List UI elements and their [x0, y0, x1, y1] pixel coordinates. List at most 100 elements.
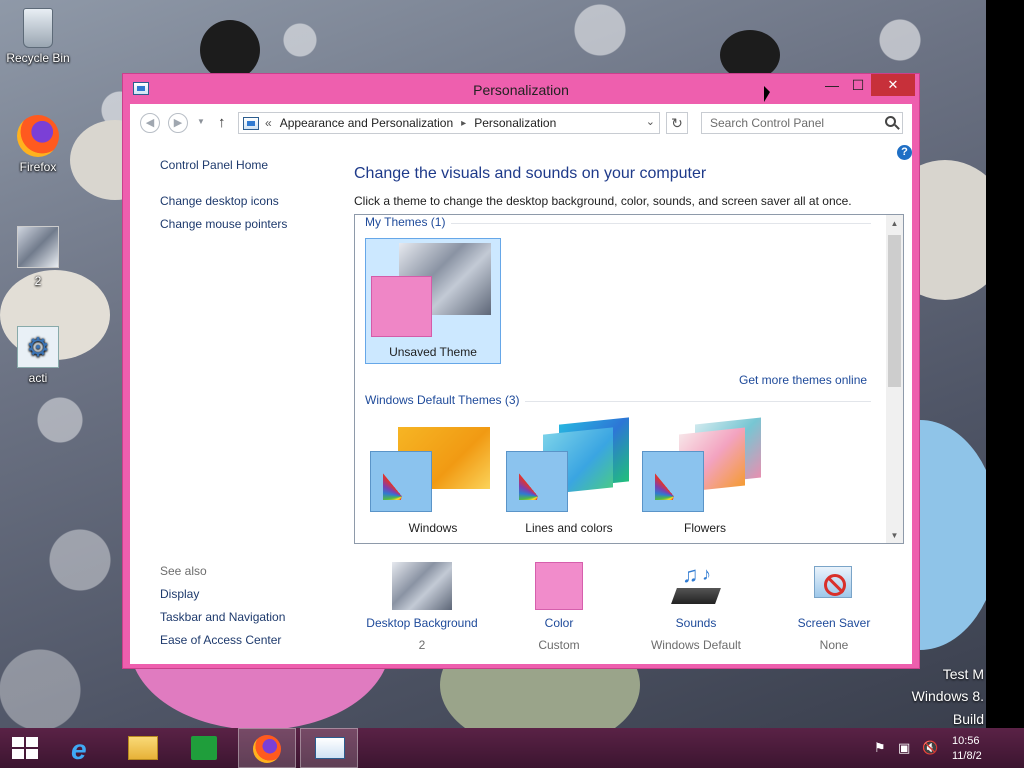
theme-name: Flowers [683, 521, 726, 535]
theme-color-palette-icon [370, 451, 432, 512]
address-bar[interactable]: « Appearance and Personalization ▸ Perso… [238, 112, 660, 134]
watermark-line: Test M [942, 666, 984, 682]
screen-saver-icon [810, 562, 858, 610]
help-icon[interactable]: ? [897, 145, 912, 160]
theme-tile-flowers[interactable]: Flowers [637, 413, 773, 539]
breadcrumb-separator[interactable]: ▸ [461, 118, 466, 129]
link-change-desktop-icons[interactable]: Change desktop icons [160, 194, 279, 208]
wallpaper-black-ear-left [200, 20, 260, 80]
recent-locations-dropdown[interactable]: ▼ [197, 117, 205, 126]
network-icon[interactable]: ▣ [898, 740, 910, 768]
search-icon[interactable] [885, 116, 896, 127]
setting-label[interactable]: Screen Saver [769, 616, 899, 630]
page-title: Change the visuals and sounds on your co… [354, 165, 707, 182]
volume-muted-icon[interactable]: 🔇 [922, 740, 938, 768]
group-divider [451, 223, 871, 224]
clock-time: 10:56 [952, 735, 980, 747]
desktop-icon-acti[interactable]: ⚙ acti [3, 326, 73, 385]
personalization-window: Personalization — ☐ ✕ ◀ ▶ ▼ ↑ « Appearan… [122, 73, 920, 669]
link-get-more-themes[interactable]: Get more themes online [739, 373, 867, 387]
firefox-icon [253, 735, 281, 763]
recycle-bin-icon [23, 8, 53, 48]
taskbar-store[interactable] [175, 728, 233, 768]
windows-logo-icon [12, 737, 38, 759]
watermark-line: Windows 8. [911, 688, 984, 704]
theme-list-scrollbar[interactable]: ▲ ▼ [886, 215, 903, 543]
refresh-button[interactable]: ↻ [666, 112, 688, 134]
breadcrumb-overflow[interactable]: « [265, 116, 272, 130]
desktop-icon-firefox[interactable]: Firefox [3, 115, 73, 174]
search-placeholder: Search Control Panel [710, 116, 825, 130]
taskbar-clock[interactable]: 10:56 11/8/2 [952, 734, 982, 764]
taskbar: e ⚑ ▣ 🔇 10:56 11/8/2 [0, 728, 1024, 768]
setting-value: None [819, 638, 849, 652]
clock-date: 11/8/2 [952, 750, 982, 762]
action-center-flag-icon[interactable]: ⚑ [874, 740, 886, 768]
link-change-mouse-pointers[interactable]: Change mouse pointers [160, 217, 287, 231]
setting-label[interactable]: Sounds [631, 616, 761, 630]
theme-tile-unsaved[interactable]: Unsaved Theme [365, 238, 501, 364]
chevron-down-icon[interactable]: ⌄ [646, 115, 655, 128]
setting-label[interactable]: Desktop Background [357, 616, 487, 630]
desktop-background-setting[interactable]: Desktop Background 2 [357, 562, 487, 652]
firefox-icon [17, 115, 59, 157]
setting-label[interactable]: Color [494, 616, 624, 630]
group-divider [525, 401, 871, 402]
desktop-icon-label: Firefox [19, 160, 57, 174]
taskbar-file-explorer[interactable] [114, 728, 172, 768]
scroll-down-icon[interactable]: ▼ [886, 531, 903, 540]
link-taskbar-navigation[interactable]: Taskbar and Navigation [160, 610, 285, 624]
folder-icon [128, 736, 158, 760]
settings-shortcut-icon: ⚙ [17, 326, 59, 368]
start-button[interactable] [0, 728, 58, 768]
taskbar-firefox[interactable] [238, 728, 296, 768]
internet-explorer-icon: e [71, 734, 87, 765]
close-button[interactable]: ✕ [871, 74, 915, 96]
taskbar-internet-explorer[interactable]: e [55, 728, 113, 768]
scroll-thumb[interactable] [888, 235, 901, 387]
group-title-default-themes: Windows Default Themes (3) [365, 393, 520, 407]
breadcrumb-personalization[interactable]: Personalization [474, 116, 556, 130]
forward-button[interactable]: ▶ [168, 113, 188, 133]
page-description: Click a theme to change the desktop back… [354, 194, 852, 208]
theme-color-palette-icon [506, 451, 568, 512]
desktop-background-icon [392, 562, 452, 610]
theme-list[interactable]: My Themes (1) Unsaved Theme Get more the… [354, 214, 904, 544]
search-input[interactable]: Search Control Panel [701, 112, 903, 134]
screen-saver-setting[interactable]: Screen Saver None [769, 562, 899, 652]
maximize-button[interactable]: ☐ [845, 74, 871, 96]
title-bar[interactable]: Personalization — ☐ ✕ [123, 74, 919, 104]
up-button[interactable]: ↑ [218, 114, 226, 131]
group-title-my-themes: My Themes (1) [365, 215, 446, 229]
window-title: Personalization [473, 82, 569, 98]
desktop-icon-image-2[interactable]: 2 [3, 226, 73, 288]
theme-name: Windows [408, 521, 458, 535]
desktop-icon-label: Recycle Bin [6, 51, 70, 65]
color-swatch-icon [535, 562, 583, 610]
image-thumbnail-icon [17, 226, 59, 268]
scroll-up-icon[interactable]: ▲ [886, 219, 903, 228]
theme-tile-windows[interactable]: Windows [365, 413, 501, 539]
sounds-setting[interactable]: ♫ ♪ Sounds Windows Default [631, 562, 761, 652]
desktop-icon-recycle-bin[interactable]: Recycle Bin [3, 8, 73, 65]
theme-tile-lines-and-colors[interactable]: Lines and colors [501, 413, 637, 539]
control-panel-icon [243, 116, 259, 130]
control-panel-icon [315, 737, 345, 759]
link-control-panel-home[interactable]: Control Panel Home [160, 158, 268, 172]
theme-color-swatch [371, 276, 432, 337]
theme-color-palette-icon [642, 451, 704, 512]
breadcrumb-appearance[interactable]: Appearance and Personalization [280, 116, 453, 130]
back-button[interactable]: ◀ [140, 113, 160, 133]
mouse-cursor-icon [764, 86, 770, 102]
desktop-icon-label: acti [28, 371, 48, 385]
window-client-area: ◀ ▶ ▼ ↑ « Appearance and Personalization… [130, 104, 912, 664]
link-display[interactable]: Display [160, 587, 199, 601]
minimize-button[interactable]: — [819, 74, 845, 96]
setting-value: 2 [418, 638, 426, 652]
taskbar-control-panel[interactable] [300, 728, 358, 768]
link-ease-of-access[interactable]: Ease of Access Center [160, 633, 281, 647]
setting-value: Custom [538, 638, 580, 652]
desktop-icon-label: 2 [34, 274, 42, 288]
color-setting[interactable]: Color Custom [494, 562, 624, 652]
sounds-icon: ♫ ♪ [670, 562, 722, 610]
